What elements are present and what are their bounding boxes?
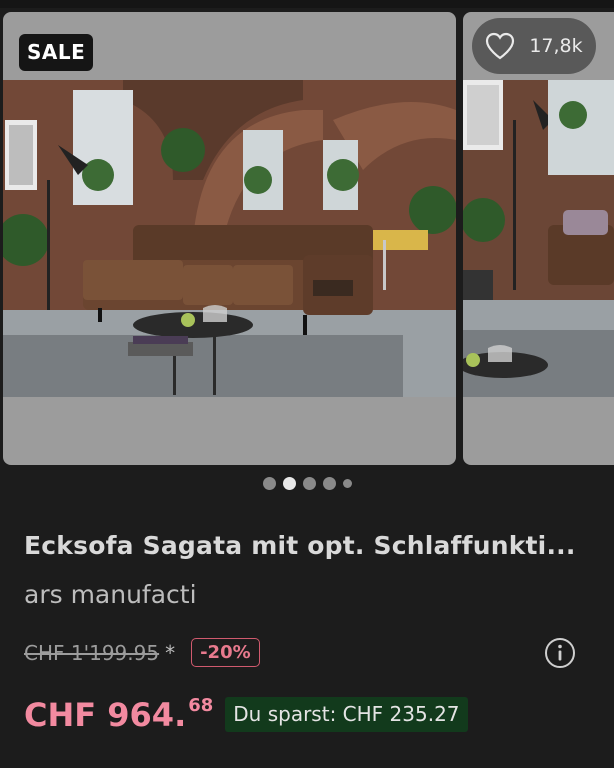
carousel-dot[interactable] <box>342 478 352 488</box>
old-price-row: CHF 1'199.95 * -20% <box>24 638 260 667</box>
carousel-dot[interactable] <box>322 476 336 490</box>
next-product-image-card[interactable] <box>463 12 614 465</box>
product-photo[interactable] <box>3 80 456 397</box>
sale-badge: SALE <box>19 34 94 71</box>
product-title[interactable]: Ecksofa Sagata mit opt. Schlaffunkti... <box>24 531 594 560</box>
current-price-cents: 68 <box>188 695 214 716</box>
heart-outline-icon <box>485 32 515 60</box>
current-price-row: CHF 964. 68 Du sparst: CHF 235.27 <box>24 694 468 736</box>
product-image-card[interactable]: SALE <box>3 12 456 465</box>
wishlist-count: 17,8k <box>529 35 583 57</box>
carousel-dot[interactable] <box>302 476 316 490</box>
status-bar-strip <box>0 0 614 8</box>
savings-badge: Du sparst: CHF 235.27 <box>225 697 468 732</box>
wishlist-button[interactable]: 17,8k <box>472 18 596 74</box>
original-price: CHF 1'199.95 <box>24 640 160 665</box>
info-circle-icon[interactable] <box>544 637 576 669</box>
discount-badge: -20% <box>191 638 260 667</box>
carousel-pagination <box>0 475 614 491</box>
carousel-dot[interactable] <box>262 476 276 490</box>
current-price: CHF 964. <box>24 696 187 734</box>
product-brand[interactable]: ars manufacti <box>24 580 197 609</box>
carousel-dot-active[interactable] <box>282 476 296 490</box>
price-footnote-marker: * <box>165 640 176 665</box>
next-product-photo[interactable] <box>463 80 614 397</box>
image-carousel[interactable]: SALE 17,8k <box>0 12 614 467</box>
